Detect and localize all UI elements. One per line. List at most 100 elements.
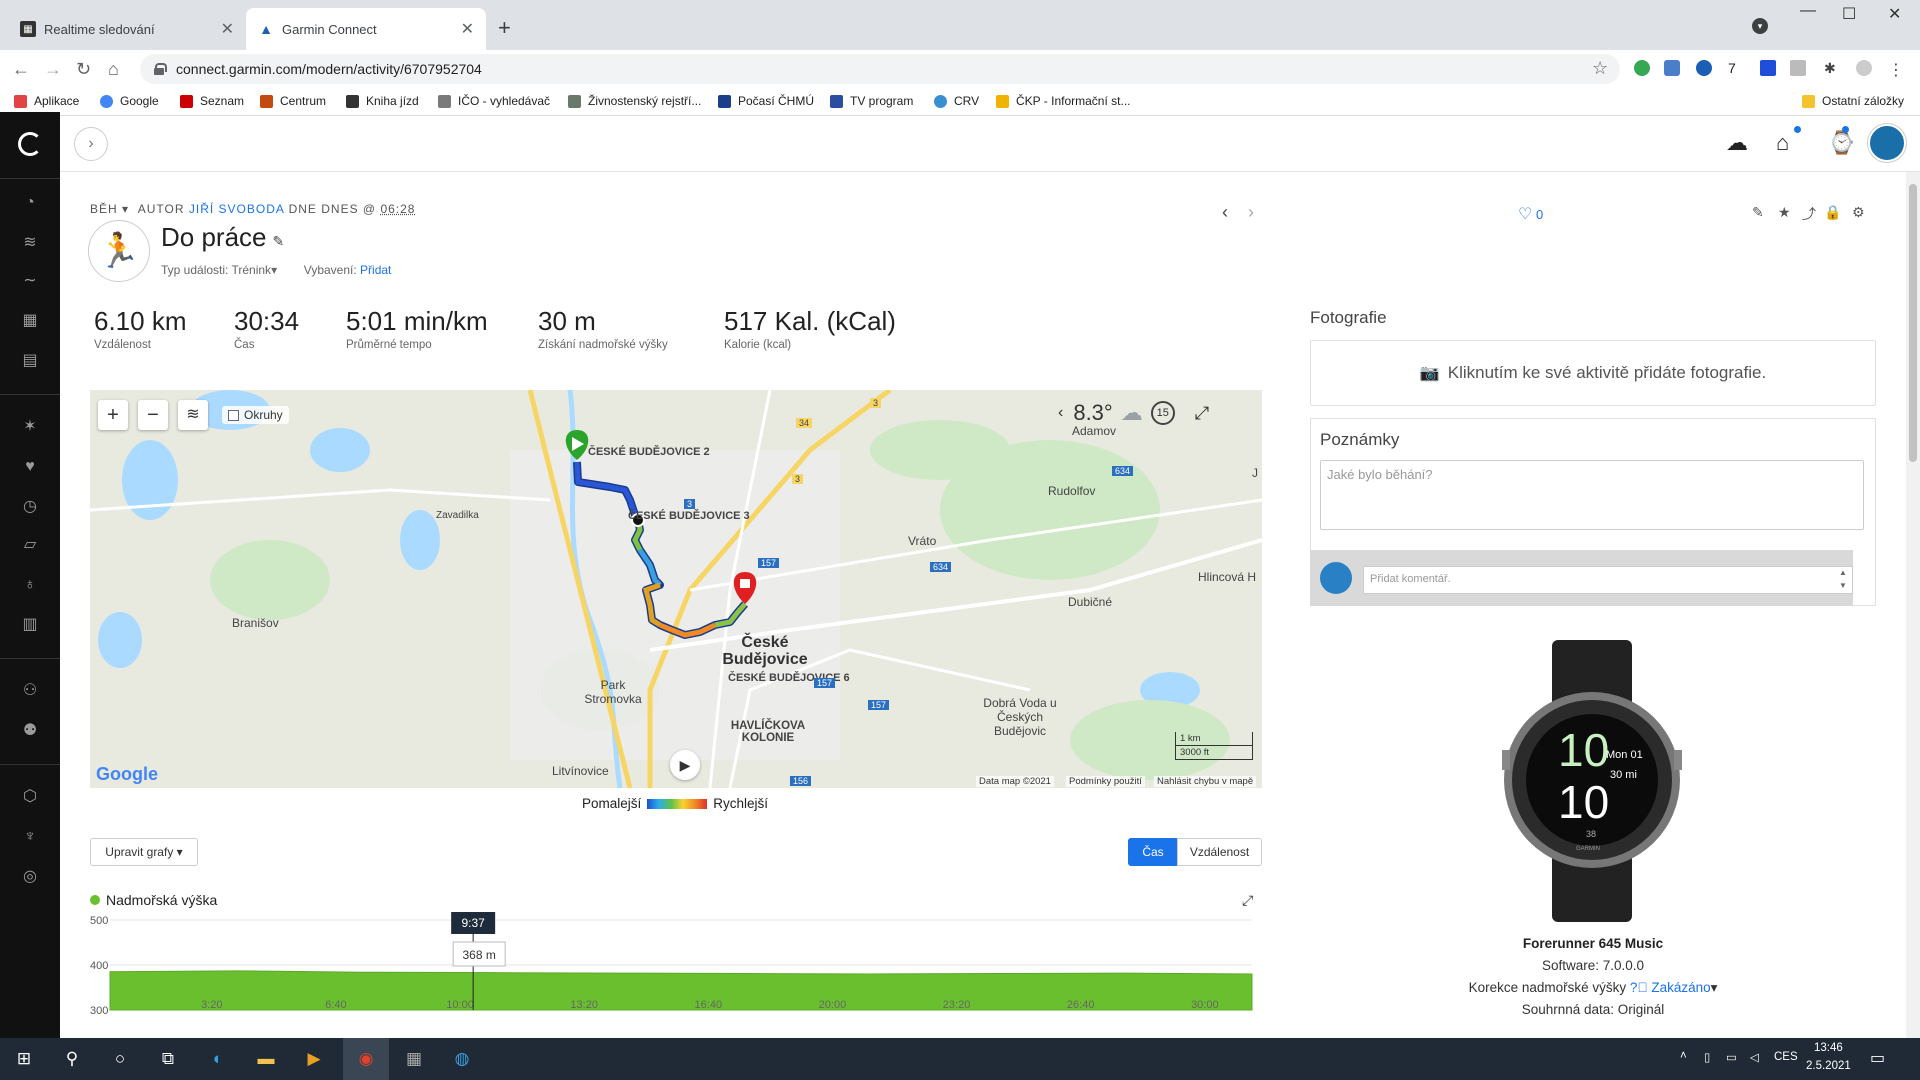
- bookmark-aplikace[interactable]: Aplikace: [14, 94, 79, 108]
- url-field[interactable]: connect.garmin.com/modern/activity/67079…: [140, 54, 1620, 84]
- puzzle-icon[interactable]: ✱: [1824, 60, 1840, 76]
- prev-activity-icon[interactable]: ‹: [1222, 202, 1228, 223]
- share-icon[interactable]: ⤴: [1802, 204, 1816, 224]
- edit-pencil-icon[interactable]: ✎: [273, 233, 285, 249]
- bookmark-pocasi[interactable]: Počasí ČHMÚ: [718, 94, 814, 108]
- laps-toggle[interactable]: Okruhy: [222, 406, 289, 424]
- bookmark-ico[interactable]: IČO - vyhledávač: [438, 94, 550, 108]
- reload-icon[interactable]: ↻: [76, 59, 91, 80]
- file-explorer-icon[interactable]: ▬: [254, 1047, 278, 1071]
- connections-icon[interactable]: ⚇: [20, 682, 40, 700]
- news-icon[interactable]: ▤: [20, 352, 40, 370]
- settings-gear-icon[interactable]: ⚙: [1852, 204, 1865, 221]
- activities-icon[interactable]: ✶: [20, 418, 40, 436]
- fullscreen-icon[interactable]: ⤢: [1195, 403, 1209, 424]
- layers-icon[interactable]: ≋: [20, 234, 40, 252]
- favorite-star-icon[interactable]: ★: [1778, 204, 1791, 221]
- elev-corr-value[interactable]: Zakázáno: [1651, 980, 1710, 995]
- chevron-down-icon[interactable]: ▾: [1711, 980, 1718, 995]
- translate-icon[interactable]: [1664, 60, 1680, 76]
- bookmark-google[interactable]: Google: [100, 94, 159, 108]
- maximize-icon[interactable]: ☐: [1842, 4, 1856, 24]
- tab-close-icon[interactable]: ✕: [461, 19, 474, 39]
- like-button[interactable]: ♡ 0: [1518, 204, 1543, 224]
- extension-icon[interactable]: [1696, 60, 1712, 76]
- calculator-icon[interactable]: ▦: [402, 1047, 426, 1071]
- edit-icon[interactable]: ✎: [1752, 204, 1764, 221]
- notes-textarea[interactable]: Jaké bylo běhání?: [1320, 460, 1864, 530]
- home-icon[interactable]: ⌂: [108, 59, 119, 80]
- help-icon[interactable]: ?⃝: [1630, 980, 1648, 995]
- bookmark-centrum[interactable]: Centrum: [260, 94, 326, 108]
- back-icon[interactable]: ←: [12, 59, 30, 80]
- upload-cloud-icon[interactable]: ☁: [1726, 130, 1748, 156]
- tab-close-icon[interactable]: ✕: [221, 19, 234, 39]
- edge-icon[interactable]: ◐: [206, 1047, 230, 1071]
- insights-icon[interactable]: ∼: [20, 272, 40, 290]
- activity-type[interactable]: BĚH: [90, 202, 118, 216]
- bookmark-tv[interactable]: TV program: [830, 94, 913, 108]
- device-watch-icon[interactable]: ⌚: [1828, 130, 1855, 156]
- user-avatar[interactable]: [1868, 124, 1906, 162]
- activity-time[interactable]: 06:28: [380, 202, 415, 216]
- battery-icon[interactable]: ▯: [1704, 1050, 1710, 1064]
- playback-play-button[interactable]: ▶: [670, 750, 700, 780]
- expand-nav-chevron-icon[interactable]: ›: [74, 127, 108, 161]
- inbox-icon[interactable]: ⌂: [1776, 130, 1789, 156]
- tab-garmin[interactable]: ▲ Garmin Connect ✕: [246, 8, 486, 50]
- cortana-icon[interactable]: ○: [108, 1047, 132, 1071]
- privacy-lock-icon[interactable]: 🔒: [1824, 204, 1841, 221]
- language-indicator[interactable]: CES: [1774, 1051, 1798, 1063]
- clock-time[interactable]: 13:46: [1814, 1042, 1843, 1054]
- add-photos-area[interactable]: 📷 Kliknutím ke své aktivitě přidáte foto…: [1310, 340, 1876, 406]
- groups-icon[interactable]: ⚉: [20, 722, 40, 740]
- task-view-icon[interactable]: ⧉: [156, 1047, 180, 1071]
- bookmark-crv[interactable]: CRV: [934, 94, 979, 108]
- laps-checkbox[interactable]: [228, 409, 239, 421]
- zoom-in-button[interactable]: +: [98, 400, 128, 430]
- elevation-chart[interactable]: 500 400 300 3:20 6:40 10:00 13:20 16:40 20:00 23:…: [90, 912, 1262, 1022]
- tray-chevron-icon[interactable]: ˄: [1680, 1050, 1687, 1062]
- extension-icon[interactable]: [1760, 60, 1776, 76]
- bookmark-seznam[interactable]: Seznam: [180, 94, 244, 108]
- network-app-icon[interactable]: ◍: [450, 1047, 474, 1071]
- training-stopwatch-icon[interactable]: ◷: [20, 498, 40, 516]
- windows-start-icon[interactable]: ⊞: [12, 1047, 36, 1071]
- chart-expand-icon[interactable]: ⤢: [1242, 892, 1253, 909]
- media-player-icon[interactable]: ▶: [302, 1047, 326, 1071]
- chevron-down-icon[interactable]: ▾: [271, 263, 277, 277]
- weather-prev-icon[interactable]: ‹: [1058, 404, 1063, 422]
- tab-search-icon[interactable]: ▾: [1752, 18, 1768, 34]
- chrome-icon[interactable]: ◉: [354, 1047, 378, 1071]
- network-icon[interactable]: ▭: [1726, 1050, 1737, 1064]
- garmin-connect-logo[interactable]: [18, 132, 42, 156]
- insights-bulb-icon[interactable]: ♁: [20, 576, 40, 594]
- bookmark-star-icon[interactable]: ☆: [1592, 58, 1608, 79]
- profile-icon[interactable]: [1856, 60, 1872, 76]
- x-axis-distance-button[interactable]: Vzdálenost: [1177, 838, 1262, 866]
- dashboard-icon[interactable]: ◔: [20, 194, 40, 212]
- close-window-icon[interactable]: ✕: [1888, 4, 1901, 24]
- volume-icon[interactable]: ◁: [1750, 1050, 1759, 1064]
- clock-date[interactable]: 2.5.2021: [1806, 1060, 1851, 1072]
- comment-scroll-arrows-icon[interactable]: ▲ ▼: [1839, 566, 1847, 592]
- health-heart-icon[interactable]: ♥: [20, 458, 40, 476]
- next-activity-icon[interactable]: ›: [1248, 202, 1254, 223]
- event-type[interactable]: Typ události: Trénink: [161, 263, 271, 277]
- report-map-error-link[interactable]: Nahlásit chybu v mapě: [1154, 776, 1257, 787]
- menu-icon[interactable]: ⋮: [1888, 60, 1904, 79]
- search-icon[interactable]: ⚲: [60, 1047, 84, 1071]
- x-axis-time-button[interactable]: Čas: [1128, 838, 1178, 866]
- challenges-trophy-icon[interactable]: ♆: [20, 828, 40, 846]
- reports-icon[interactable]: ▥: [20, 616, 40, 634]
- extension-icon[interactable]: [1634, 60, 1650, 76]
- calendar-icon[interactable]: ▦: [20, 312, 40, 330]
- bookmark-zivnostensky[interactable]: Živnostenský rejstří...: [568, 94, 701, 108]
- minimize-icon[interactable]: —: [1800, 2, 1816, 20]
- activity-title[interactable]: Do práce ✎: [161, 222, 284, 253]
- badges-icon[interactable]: ⬡: [20, 788, 40, 806]
- new-tab-icon[interactable]: +: [498, 15, 511, 41]
- tab-realtime[interactable]: ▦ Realtime sledování ✕: [8, 8, 246, 50]
- terms-link[interactable]: Podmínky použití: [1066, 776, 1145, 787]
- bookmark-other[interactable]: Ostatní záložky: [1802, 94, 1904, 108]
